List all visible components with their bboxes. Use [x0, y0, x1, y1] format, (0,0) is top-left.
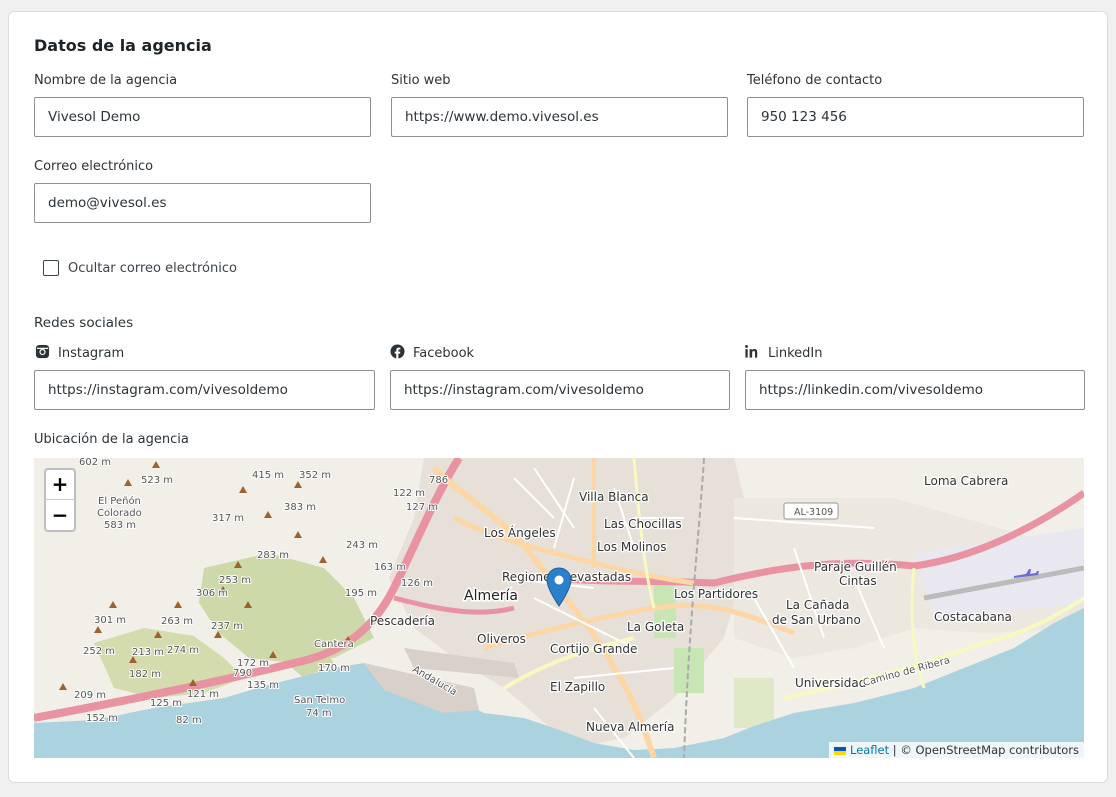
map-label-e213: 213 m [132, 647, 164, 658]
map-label-los-angeles: Los Ángeles [484, 525, 556, 540]
map-label-e163: 163 m [374, 562, 406, 573]
zoom-out-button[interactable]: − [46, 501, 74, 531]
map-label-e602: 602 m [79, 458, 111, 468]
map-label-almeria: Almería [464, 588, 518, 604]
zoom-in-button[interactable]: + [46, 470, 74, 500]
map-label-e583: 583 m [104, 520, 136, 531]
email-input[interactable]: demo@vivesol.es [34, 183, 371, 223]
map-attribution: Leaflet | © OpenStreetMap contributors [829, 742, 1084, 758]
location-marker-icon[interactable] [546, 567, 572, 607]
map-label-e209: 209 m [74, 690, 106, 701]
map-label-e263: 263 m [161, 616, 193, 627]
map-label-e126: 126 m [401, 578, 433, 589]
map-label-los-molinos: Los Molinos [597, 540, 666, 554]
map-label-e786: 786 [429, 475, 448, 486]
map-label-e243: 243 m [346, 540, 378, 551]
map-label-e523: 523 m [141, 475, 173, 486]
ukraine-flag-icon [834, 746, 847, 755]
osm-attribution: | © OpenStreetMap contributors [892, 743, 1079, 757]
map-label-oliveros: Oliveros [477, 632, 526, 646]
map-label-la-goleta: La Goleta [627, 620, 684, 634]
hide-email-label[interactable]: Ocultar correo electrónico [68, 261, 237, 276]
phone-label: Teléfono de contacto [747, 73, 883, 88]
map-label-e127: 127 m [406, 502, 438, 513]
map-label-e121: 121 m [187, 689, 219, 700]
website-input[interactable]: https://www.demo.vivesol.es [391, 97, 728, 137]
map-label-el-penon: El Peñón [98, 495, 141, 507]
map-label-e352: 352 m [299, 470, 331, 481]
agency-name-label: Nombre de la agencia [34, 73, 178, 88]
map-label-e122: 122 m [393, 488, 425, 499]
map-label-la-canada: La Cañada [786, 598, 850, 612]
map-label-e415: 415 m [252, 470, 284, 481]
map-label-e125: 125 m [150, 698, 182, 709]
linkedin-input[interactable]: https://linkedin.com/vivesoldemo [745, 370, 1085, 410]
map-label-e170: 170 m [318, 663, 350, 674]
map-label-e182: 182 m [129, 669, 161, 680]
map-label-andalucia: Andalucía [411, 663, 460, 698]
leaflet-link[interactable]: Leaflet [850, 743, 889, 757]
zoom-control: + − [44, 468, 76, 532]
agency-name-input[interactable]: Vivesol Demo [34, 97, 371, 137]
map-label-e152: 152 m [86, 713, 118, 724]
social-title: Redes sociales [34, 315, 134, 331]
facebook-input[interactable]: https://instagram.com/vivesoldemo [390, 370, 730, 410]
location-title: Ubicación de la agencia [34, 432, 189, 447]
facebook-label: Facebook [413, 346, 475, 361]
facebook-icon [390, 344, 405, 359]
website-label: Sitio web [391, 73, 451, 88]
map-label-villa-blanca: Villa Blanca [579, 490, 649, 504]
map-label-e283: 283 m [257, 550, 289, 561]
map-label-universidad: Universidad [795, 676, 866, 690]
map-label-e135: 135 m [247, 680, 279, 691]
map-label-e790: 790 [233, 668, 252, 679]
hide-email-checkbox[interactable] [43, 260, 59, 276]
phone-input[interactable]: 950 123 456 [747, 97, 1084, 137]
instagram-input[interactable]: https://instagram.com/vivesoldemo [34, 370, 375, 410]
map-label-nueva-almeria: Nueva Almería [586, 720, 674, 734]
map-label-e82: 82 m [176, 715, 202, 726]
instagram-icon [35, 344, 50, 359]
map-label-e317: 317 m [212, 513, 244, 524]
agency-location-map[interactable]: Almería Villa Blanca Las Chocillas Los M… [34, 458, 1084, 758]
map-label-e274: 274 m [167, 645, 199, 656]
map-label-cintas: Cintas [839, 574, 877, 588]
map-label-cortijo-grande: Cortijo Grande [550, 642, 637, 656]
map-label-e74: 74 m [306, 708, 332, 719]
map-label-el-zapillo: El Zapillo [550, 680, 605, 694]
section-title: Datos de la agencia [34, 36, 212, 55]
email-label: Correo electrónico [34, 159, 154, 174]
map-label-e301: 301 m [94, 615, 126, 626]
map-label-pescaderia: Pescadería [370, 614, 435, 628]
map-label-e306: 306 m [196, 588, 228, 599]
map-label-loma-cabrera: Loma Cabrera [924, 474, 1008, 488]
map-label-e252: 252 m [83, 646, 115, 657]
instagram-label: Instagram [58, 346, 125, 361]
map-label-camino-ribera: Camino de Ribera [862, 655, 951, 689]
map-label-e383: 383 m [284, 502, 316, 513]
map-labels: Almería Villa Blanca Las Chocillas Los M… [73, 458, 1013, 735]
map-label-paraje-guillen: Paraje Guillén [814, 560, 897, 574]
map-label-los-partidores: Los Partidores [674, 587, 758, 601]
map-label-las-chocillas: Las Chocillas [604, 517, 682, 531]
map-label-colorado: Colorado [97, 508, 142, 519]
linkedin-icon [745, 345, 758, 358]
map-label-de-san-urbano: de San Urbano [772, 613, 861, 627]
map-label-e195: 195 m [345, 588, 377, 599]
linkedin-label: LinkedIn [768, 346, 823, 361]
map-label-e253: 253 m [219, 575, 251, 586]
map-label-san-telmo: San Telmo [294, 695, 345, 706]
agency-data-card: Datos de la agencia Nombre de la agencia… [8, 11, 1108, 783]
map-label-costacabana: Costacabana [934, 610, 1012, 624]
map-label-e237: 237 m [211, 621, 243, 632]
map-label-cantera: Cantera [314, 639, 354, 650]
map-label-al-3109: AL-3109 [794, 507, 833, 518]
